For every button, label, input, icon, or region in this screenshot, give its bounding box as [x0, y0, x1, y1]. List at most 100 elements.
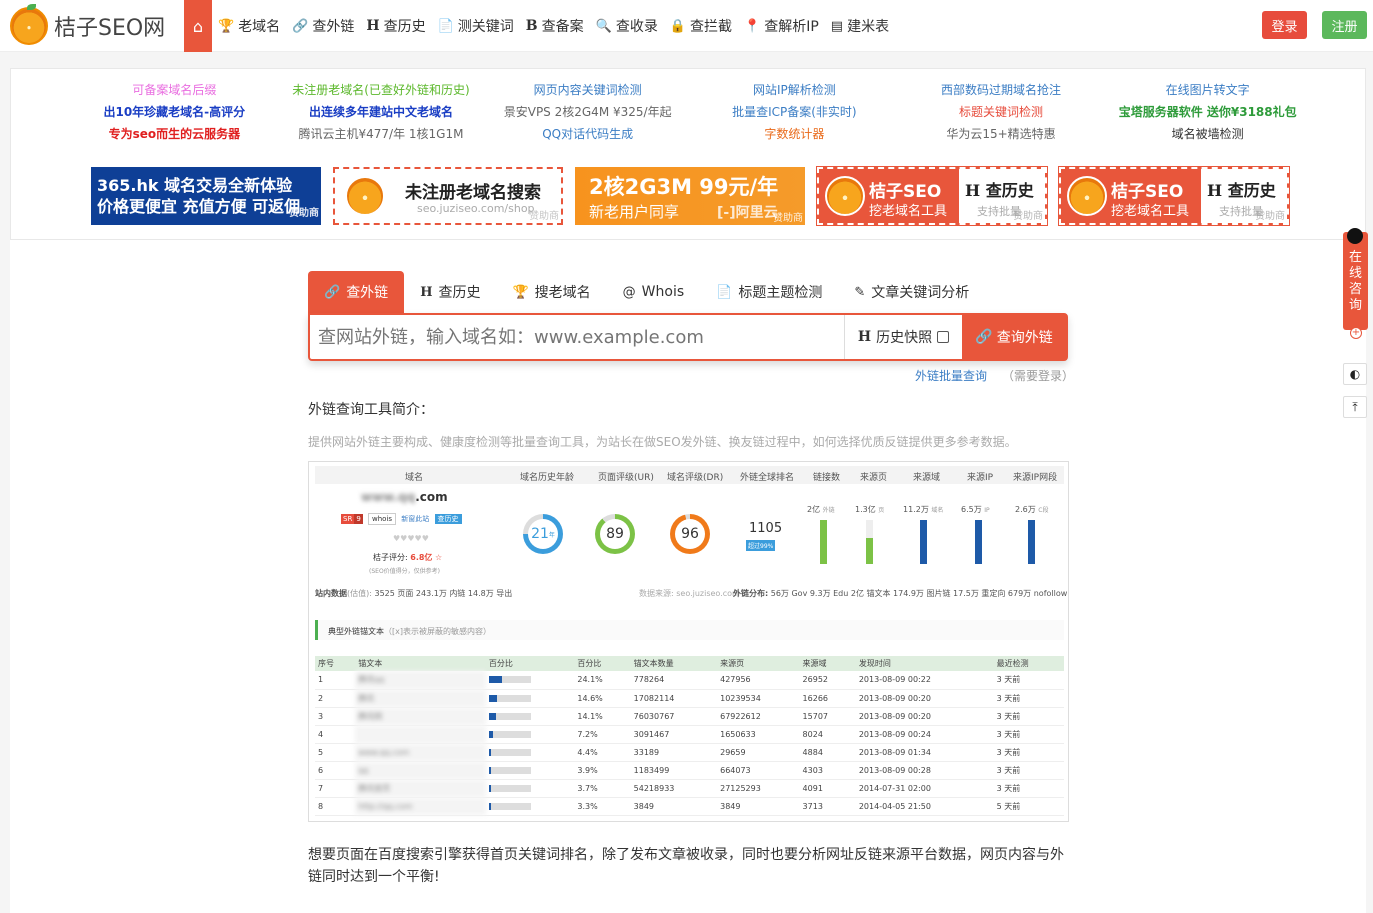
banner-juzi-history-1[interactable]: 桔子SEO 挖老域名工具 H 查历史 支持批量 赞助商	[816, 166, 1048, 226]
promo-link[interactable]: 华为云15+精选特惠	[898, 125, 1105, 143]
promo-link[interactable]: 标题关键词检测	[898, 103, 1105, 121]
promo-link[interactable]: 网页内容关键词检测	[484, 81, 691, 99]
promo-link[interactable]: 出10年珍藏老域名-高评分	[71, 103, 278, 121]
promo-link[interactable]: 在线图片转文字	[1104, 81, 1311, 99]
sponsor-tag: 赞助商	[289, 208, 319, 219]
tab-4[interactable]: 📄 标题主题检测	[700, 271, 838, 313]
banner-aliyun[interactable]: 2核2G3M 99元/年 新老用户同享 [-]阿里云 赞助商	[575, 167, 805, 225]
nav-item-6[interactable]: 🔒 查拦截	[664, 0, 738, 52]
data-source: 数据来源: seo.juziseo.com	[639, 589, 740, 598]
tab-0[interactable]: 🔗 查外链	[308, 271, 405, 313]
anchor-title: 典型外链锚文本	[328, 627, 384, 636]
domain-search-input[interactable]	[310, 315, 844, 359]
tab-label: 搜老域名	[534, 285, 591, 301]
promo-link[interactable]: 批量查ICP备案(非实时)	[691, 103, 898, 121]
nav-item-8[interactable]: ▤ 建米表	[825, 0, 895, 52]
scroll-top-button[interactable]: ⤒	[1343, 396, 1367, 418]
promo-link[interactable]: QQ对话代码生成	[484, 125, 691, 143]
site-data-sub: (估值):	[347, 589, 372, 598]
promo-link[interactable]: 西部数码过期域名抢注	[898, 81, 1105, 99]
sample-domain-blurred: www.qq	[361, 490, 416, 504]
site-data-row: 站内数据(估值): 3525 页面 243.1万 内链 14.8万 导出	[315, 588, 512, 599]
last-check: 3 天前	[993, 671, 1064, 690]
sample-header-row: 域名 域名历史年龄 页面评级(UR) 域名评级(DR) 外链全球排名 链接数 来源页 来源域 来…	[315, 466, 1064, 484]
theme-toggle-button[interactable]: ◐	[1343, 363, 1367, 385]
promo-link[interactable]: 未注册老域名(已查好外链和历史)	[278, 81, 485, 99]
percent-bar-track	[488, 766, 531, 774]
juzi-score: 桔子评分: 6.8亿 ☆	[373, 552, 442, 563]
anchor-count: 3091467	[630, 725, 718, 744]
history-snapshot-label: 历史快照	[876, 330, 933, 346]
nav-item-2[interactable]: H 查历史	[360, 0, 431, 52]
banner-unregistered-domains[interactable]: 未注册老域名搜索 seo.juziseo.com/shop 赞助商	[333, 167, 563, 225]
nav-item-5[interactable]: 🔍 查收录	[590, 0, 664, 52]
register-button[interactable]: 注册	[1322, 11, 1367, 39]
nav-item-3[interactable]: 📄 测关键词	[432, 0, 520, 52]
online-consult-button[interactable]: 在线咨询	[1343, 232, 1368, 330]
tab-3[interactable]: @ Whois	[607, 271, 700, 313]
main-content: 🔗 查外链 H 查历史 🏆 搜老域名 @ Whois 📄 标题主题检测 ✎ 文章关键词分析 H 历史快…	[10, 240, 1366, 913]
document-icon: 📄	[716, 284, 733, 300]
sponsor-tag: 赞助商	[1255, 211, 1285, 222]
banner-b4-title-text: 查历史	[985, 181, 1034, 200]
nav-item-4[interactable]: B 查备案	[520, 0, 590, 52]
batch-query-link[interactable]: 外链批量查询	[915, 367, 987, 384]
found-time: 2014-04-05 21:50	[855, 797, 994, 816]
source-domains: 26952	[799, 671, 856, 690]
source-domains: 4884	[799, 743, 856, 762]
promo-link[interactable]: 宝塔服务器软件 送你¥3188礼包	[1104, 103, 1311, 121]
history-tag: 查历史	[434, 514, 462, 524]
tab-2[interactable]: 🏆 搜老域名	[496, 271, 606, 313]
table-row: 8 http://qq.com 3.3% 3849 3849 3713 2014-04-05…	[315, 797, 1064, 816]
stat-segments-unit: C段	[1038, 507, 1049, 514]
tab-label: 查外链	[346, 285, 389, 301]
anchor-col-header: 锚文本	[355, 656, 486, 671]
promo-link[interactable]: 域名被墙检测	[1104, 125, 1311, 143]
nav-home[interactable]: ⌂	[184, 0, 212, 52]
login-button[interactable]: 登录	[1262, 11, 1307, 39]
nav-item-label: 查收录	[615, 19, 658, 35]
tab-5[interactable]: ✎ 文章关键词分析	[838, 271, 985, 313]
anchor-text: 腾讯	[355, 689, 486, 708]
anchor-text: 腾讯首页	[355, 779, 486, 798]
age-unit: 年	[548, 531, 555, 539]
percent-bar-fill	[488, 676, 502, 684]
promo-link[interactable]: 腾讯云主机¥477/年 1核1G1M	[278, 125, 485, 143]
history-snapshot-checkbox[interactable]	[937, 331, 950, 343]
percent-bar-track	[488, 694, 531, 702]
nav-item-label: 老域名	[238, 19, 281, 35]
nav-item-0[interactable]: 🏆 老域名	[212, 0, 286, 52]
age-value: 21	[531, 526, 549, 542]
banner-365hk-line2: 价格更便宜 充值方便 可返佣	[97, 197, 301, 216]
promo-link[interactable]: 专为seo而生的云服务器	[71, 125, 278, 143]
promo-link[interactable]: 出连续多年建站中文老域名	[278, 103, 485, 121]
batch-query-note: （需要登录）	[1002, 369, 1075, 383]
promo-link[interactable]: 字数统计器	[691, 125, 898, 143]
query-backlinks-button[interactable]: 🔗 查询外链	[962, 315, 1066, 359]
banner-365hk[interactable]: 365.hk 域名交易全新体验 价格更便宜 充值方便 可返佣 赞助商	[91, 167, 321, 225]
found-time: 2014-07-31 02:00	[855, 779, 994, 798]
banner-juzi-history-2[interactable]: 桔子SEO 挖老域名工具 H 查历史 支持批量 赞助商	[1058, 166, 1290, 226]
percent-value: 24.1%	[574, 671, 631, 690]
anchor-col-header: 发现时间	[855, 656, 994, 671]
anchor-table: 序号 锚文本 百分比 百分比 锚文本数量 来源页 来源域 发现时间 最近检测 1 腾讯qq 24.1…	[315, 656, 1064, 816]
nav-item-label: 查备案	[541, 19, 584, 35]
table-row: 1 腾讯qq 24.1% 778264 427956 26952 2013-08-09 00…	[315, 671, 1064, 690]
source-domains: 15707	[799, 707, 856, 726]
nav-item-1[interactable]: 🔗 查外链	[286, 0, 360, 52]
tab-1[interactable]: H 查历史	[404, 271, 496, 313]
site-logo[interactable]: 桔子SEO网	[10, 4, 166, 45]
nav-item-label: 查外链	[312, 19, 355, 35]
promo-link[interactable]: 网站IP解析检测	[691, 81, 898, 99]
link-icon: 🔗	[324, 284, 341, 300]
history-snapshot-toggle[interactable]: H 历史快照	[844, 315, 962, 359]
pages-bar	[866, 538, 873, 564]
promo-link[interactable]: 景安VPS 2核2G4M ¥325/年起	[484, 103, 691, 121]
anchor-col-header: 锚文本数量	[630, 656, 718, 671]
nav-item-7[interactable]: 📍 查解析IP	[738, 0, 825, 52]
anchor-text: qq	[355, 761, 486, 780]
percent-bar-fill	[488, 748, 491, 756]
promo-link[interactable]: 可备案域名后缀	[71, 81, 278, 99]
site-name: 桔子SEO网	[54, 16, 166, 41]
sample-result-image: 域名 域名历史年龄 页面评级(UR) 域名评级(DR) 外链全球排名 链接数 来源页 来源域来…	[308, 461, 1069, 822]
